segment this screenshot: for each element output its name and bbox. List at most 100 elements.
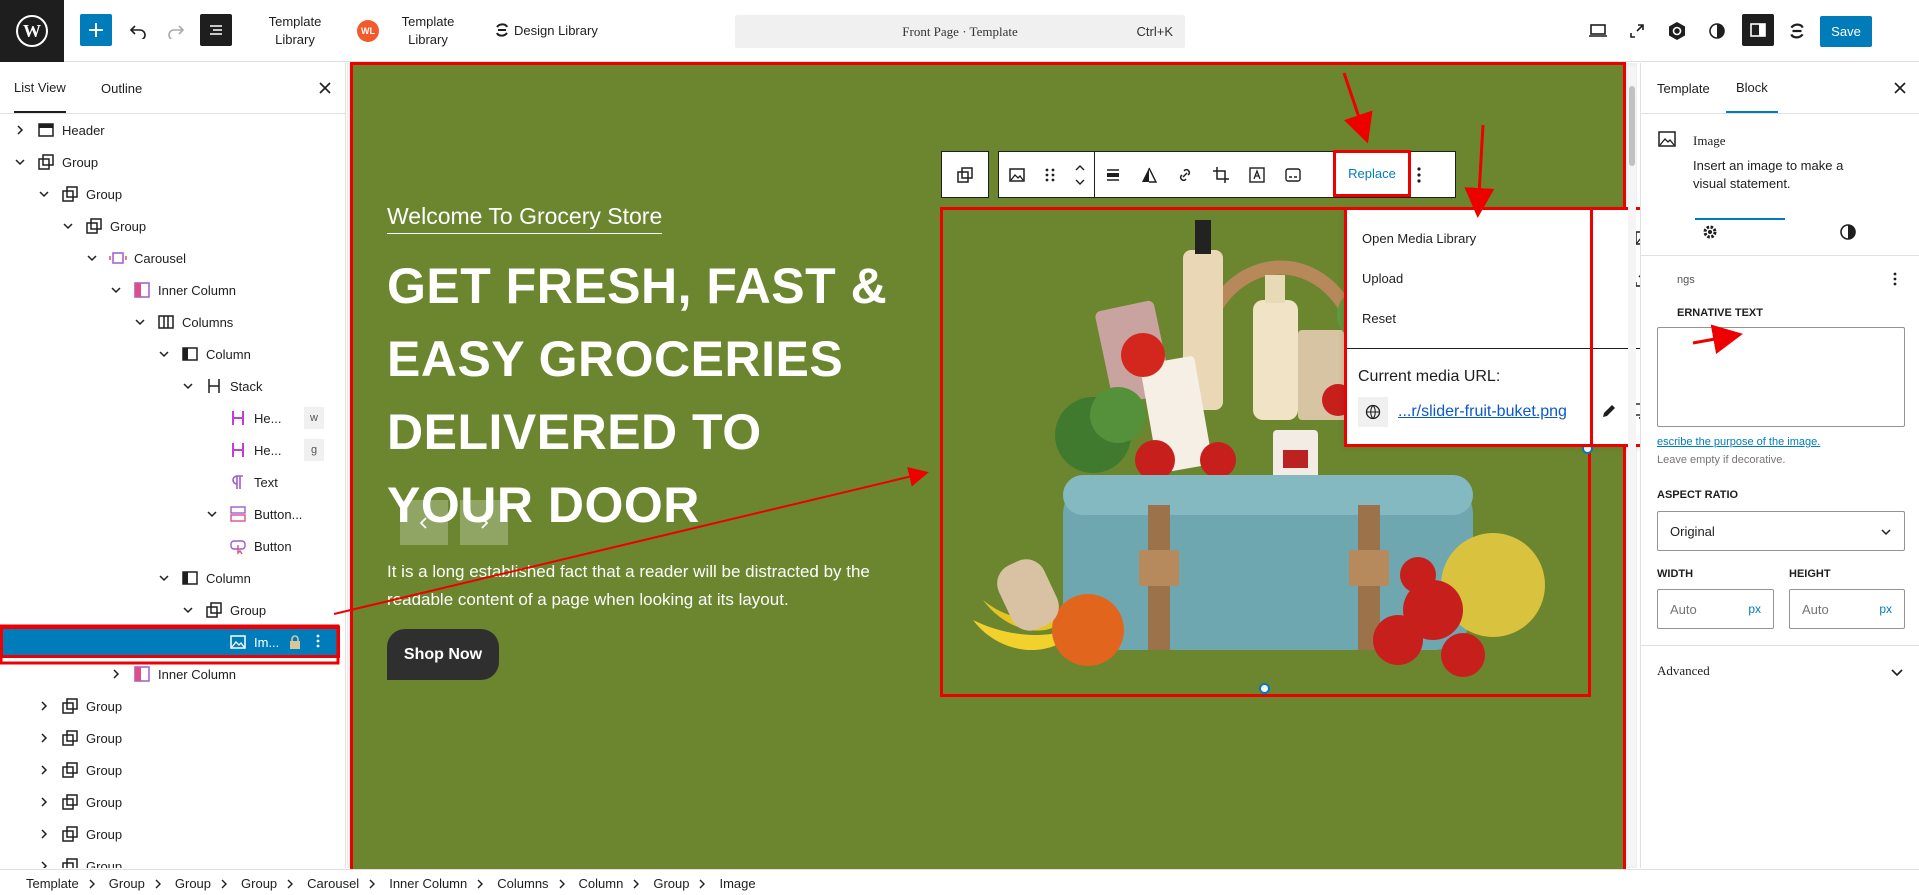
wl-template-library-button[interactable]: Template Library	[388, 13, 468, 49]
breadcrumb-item[interactable]: Inner Column	[389, 876, 467, 891]
list-view-item[interactable]: Group	[0, 594, 340, 626]
drag-handle-icon[interactable]	[1035, 152, 1065, 197]
chevron-down-icon[interactable]	[134, 316, 146, 328]
list-view-item[interactable]: Button...	[0, 498, 340, 530]
hero-subtitle[interactable]: Welcome To Grocery Store	[387, 203, 663, 234]
tab-outline[interactable]: Outline	[101, 63, 142, 113]
move-up-down-icon[interactable]	[1065, 152, 1095, 197]
styles-contrast-icon[interactable]	[1839, 223, 1859, 243]
breadcrumb-item[interactable]: Image	[719, 876, 755, 891]
chevron-right-icon[interactable]	[38, 828, 50, 840]
current-media-url-link[interactable]: ...r/slider-fruit-buket.png	[1398, 403, 1567, 421]
command-palette-bar[interactable]: Front Page · Template Ctrl+K	[735, 15, 1185, 48]
chevron-down-icon[interactable]	[182, 380, 194, 392]
list-view-item[interactable]: Im...	[0, 626, 340, 658]
design-library-button[interactable]: Design Library	[514, 22, 598, 40]
chevron-down-icon[interactable]	[206, 508, 218, 520]
wordpress-logo-icon[interactable]: W	[0, 0, 64, 62]
list-view-item[interactable]: Columns	[0, 306, 340, 338]
chevron-down-icon[interactable]	[14, 156, 26, 168]
reset-item[interactable]: Reset	[1362, 311, 1396, 326]
list-view-item[interactable]: Group	[0, 146, 340, 178]
resize-handle[interactable]	[1259, 683, 1270, 694]
upload-item[interactable]: Upload	[1362, 271, 1403, 286]
list-view-item[interactable]: Column	[0, 562, 340, 594]
add-block-button[interactable]	[80, 14, 112, 46]
tab-list-view[interactable]: List View	[14, 63, 66, 113]
chevron-down-icon[interactable]	[158, 348, 170, 360]
breadcrumb-item[interactable]: Group	[241, 876, 277, 891]
width-input[interactable]: Auto px	[1657, 589, 1774, 629]
document-overview-icon[interactable]	[200, 14, 232, 46]
canvas-scrollbar[interactable]	[1628, 66, 1636, 866]
breadcrumb-item[interactable]: Column	[579, 876, 624, 891]
hero-title[interactable]: GET FRESH, FAST & EASY GROCERIES DELIVER…	[387, 250, 907, 542]
chevron-right-icon[interactable]	[38, 764, 50, 776]
select-parent-icon[interactable]	[942, 152, 988, 197]
list-view-item[interactable]: Group	[0, 850, 340, 868]
alt-text-textarea[interactable]	[1657, 327, 1905, 427]
styles-contrast-icon[interactable]	[1702, 16, 1732, 46]
chevron-down-icon[interactable]	[158, 572, 170, 584]
chevron-right-icon[interactable]	[38, 732, 50, 744]
breadcrumb-item[interactable]: Template	[26, 876, 79, 891]
template-library-button[interactable]: Template Library	[255, 13, 335, 49]
list-view-item[interactable]: Carousel	[0, 242, 340, 274]
tab-block[interactable]: Block	[1726, 63, 1778, 113]
list-view-item[interactable]: Stack	[0, 370, 340, 402]
scrollbar-thumb[interactable]	[1629, 86, 1635, 166]
wl-plugin-icon[interactable]: WL	[357, 20, 379, 42]
replace-button[interactable]: Replace	[1333, 150, 1411, 197]
breadcrumb-item[interactable]: Group	[175, 876, 211, 891]
text-over-image-icon[interactable]	[1239, 152, 1275, 197]
list-view-item[interactable]: Group	[0, 178, 340, 210]
aspect-ratio-select[interactable]: Original	[1657, 511, 1905, 551]
save-button[interactable]: Save	[1820, 16, 1872, 47]
list-view-item[interactable]: Group	[0, 786, 340, 818]
list-view-item[interactable]: Group	[0, 210, 340, 242]
chevron-right-icon[interactable]	[38, 860, 50, 868]
settings-sidebar-icon[interactable]	[1742, 14, 1774, 46]
chevron-down-icon[interactable]	[62, 220, 74, 232]
breadcrumb-item[interactable]: Group	[653, 876, 689, 891]
chevron-down-icon[interactable]	[110, 284, 122, 296]
breadcrumb-item[interactable]: Carousel	[307, 876, 359, 891]
shop-now-button[interactable]: Shop Now	[387, 629, 499, 680]
list-view-item[interactable]: Group	[0, 690, 340, 722]
list-view-item[interactable]: Inner Column	[0, 658, 340, 690]
duotone-icon[interactable]	[1131, 152, 1167, 197]
list-view-item[interactable]: Text	[0, 466, 340, 498]
chevron-right-icon[interactable]	[38, 700, 50, 712]
align-icon[interactable]	[1095, 152, 1131, 197]
tab-template[interactable]: Template	[1657, 63, 1710, 113]
list-view-item[interactable]: He... g	[0, 434, 340, 466]
design-library-plugin-icon[interactable]	[1782, 16, 1812, 46]
height-unit[interactable]: px	[1879, 602, 1892, 616]
breadcrumb-item[interactable]: Columns	[497, 876, 548, 891]
crop-icon[interactable]	[1203, 152, 1239, 197]
chevron-down-icon[interactable]	[1890, 667, 1904, 677]
carousel-prev-button[interactable]	[400, 500, 448, 545]
alt-text-help-link[interactable]: escribe the purpose of the image.	[1657, 436, 1820, 448]
item-options-icon[interactable]	[316, 634, 322, 650]
list-view-item[interactable]: Column	[0, 338, 340, 370]
external-link-icon[interactable]	[1622, 16, 1652, 46]
carousel-next-button[interactable]	[460, 500, 508, 545]
advanced-section-toggle[interactable]: Advanced	[1657, 663, 1710, 679]
chevron-right-icon[interactable]	[110, 668, 122, 680]
open-media-library-item[interactable]: Open Media Library	[1362, 231, 1476, 246]
list-view-item[interactable]: Group	[0, 818, 340, 850]
undo-icon[interactable]	[122, 14, 154, 46]
link-icon[interactable]	[1167, 152, 1203, 197]
desktop-preview-icon[interactable]	[1583, 16, 1613, 46]
list-view-item[interactable]: Group	[0, 754, 340, 786]
plugin-hexagon-icon[interactable]	[1662, 16, 1692, 46]
chevron-right-icon[interactable]	[38, 796, 50, 808]
image-icon[interactable]	[999, 152, 1035, 197]
breadcrumb-item[interactable]: Group	[109, 876, 145, 891]
width-unit[interactable]: px	[1748, 602, 1761, 616]
hero-body-text[interactable]: It is a long established fact that a rea…	[387, 558, 907, 614]
kebab-menu-icon[interactable]	[1893, 272, 1899, 288]
lock-icon[interactable]	[287, 634, 303, 650]
redo-icon[interactable]	[160, 14, 192, 46]
